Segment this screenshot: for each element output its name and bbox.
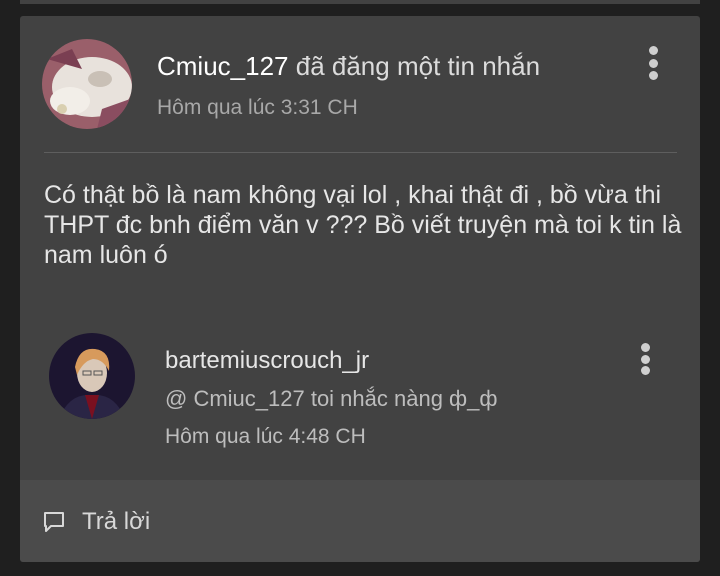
divider xyxy=(44,152,677,153)
poster-avatar[interactable] xyxy=(42,39,132,129)
reply-timestamp: Hôm qua lúc 4:48 CH xyxy=(165,425,366,448)
more-vertical-icon[interactable] xyxy=(643,46,663,80)
replier-username[interactable]: bartemiuscrouch_jr xyxy=(165,347,369,375)
post-action-text: đã đăng một tin nhắn xyxy=(288,51,541,81)
post-body: Có thật bồ là nam không vại lol , khai t… xyxy=(44,181,682,269)
reply-text: @ Cmiuc_127 toi nhắc nàng ф_ф xyxy=(165,386,498,411)
replier-avatar[interactable] xyxy=(49,333,135,419)
post-timestamp: Hôm qua lúc 3:31 CH xyxy=(157,96,358,119)
post-header: Cmiuc_127 đã đăng một tin nhắn xyxy=(157,51,540,82)
card-footer: Trả lời xyxy=(20,480,700,562)
previous-card-edge xyxy=(20,0,700,4)
reply-more-vertical-icon[interactable] xyxy=(635,343,655,375)
poster-username[interactable]: Cmiuc_127 xyxy=(157,51,289,81)
message-card: Cmiuc_127 đã đăng một tin nhắn Hôm qua l… xyxy=(20,16,700,562)
comment-icon xyxy=(44,512,64,532)
reply-button[interactable]: Trả lời xyxy=(42,508,150,536)
reply-button-label: Trả lời xyxy=(82,508,151,535)
